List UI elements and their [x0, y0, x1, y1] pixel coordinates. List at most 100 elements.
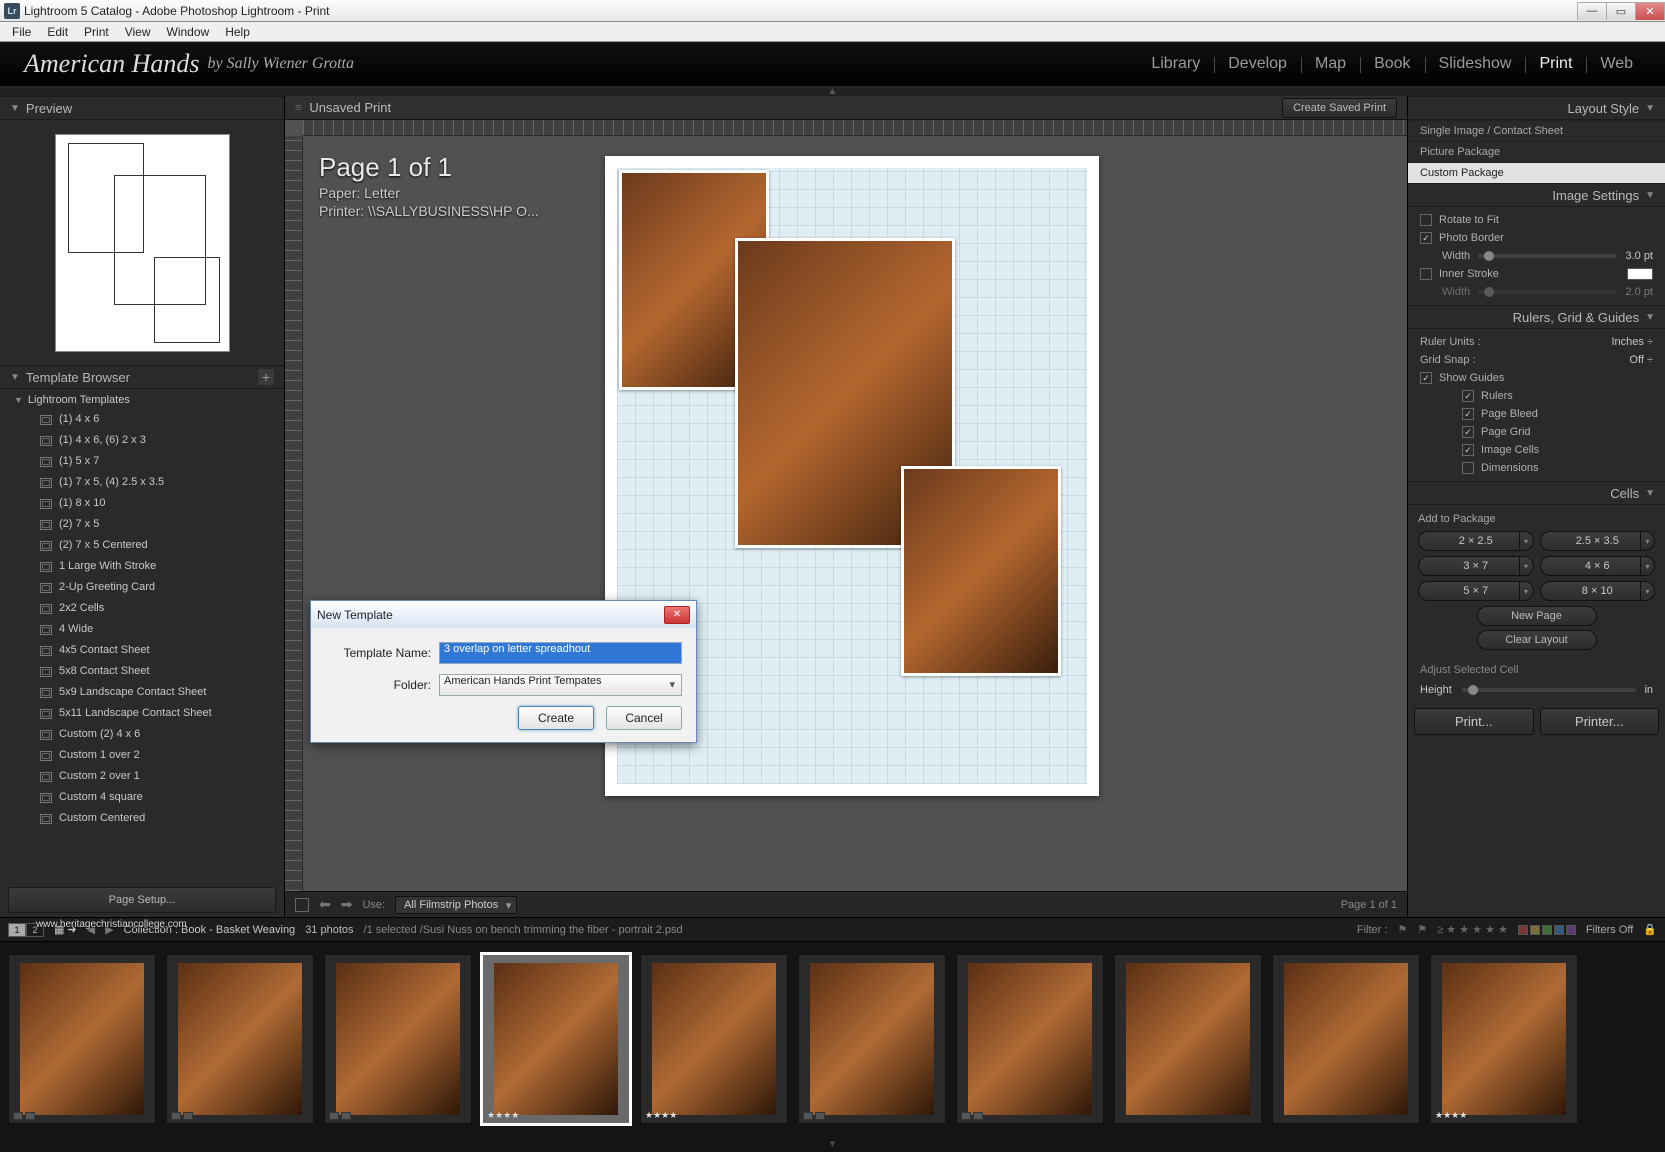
guide-dimensions-checkbox[interactable] [1462, 462, 1474, 474]
color-label-yellow[interactable] [1530, 925, 1540, 935]
menu-edit[interactable]: Edit [39, 22, 76, 42]
template-browser-header[interactable]: ▼ Template Browser + [0, 365, 284, 389]
template-item[interactable]: (1) 5 x 7 [0, 451, 284, 472]
height-slider[interactable] [1462, 688, 1637, 692]
show-guides-checkbox[interactable]: ✓ [1420, 372, 1432, 384]
guide-bleed-checkbox[interactable]: ✓ [1462, 408, 1474, 420]
clear-layout-button[interactable]: Clear Layout [1477, 630, 1597, 650]
page-setup-button[interactable]: Page Setup... [8, 887, 276, 913]
module-book[interactable]: Book [1360, 55, 1424, 73]
menu-help[interactable]: Help [217, 22, 258, 42]
guide-grid-checkbox[interactable]: ✓ [1462, 426, 1474, 438]
template-item[interactable]: (1) 4 x 6, (6) 2 x 3 [0, 430, 284, 451]
template-list[interactable]: ▼Lightroom Templates (1) 4 x 6 (1) 4 x 6… [0, 389, 284, 883]
filmstrip-toggle[interactable]: ▼ [0, 1136, 1665, 1152]
module-print[interactable]: Print [1525, 55, 1586, 73]
cell-size-button[interactable]: 3 × 7▾ [1418, 556, 1534, 576]
filmstrip-thumb[interactable] [8, 954, 156, 1124]
cell-size-button[interactable]: 2 × 2.5▾ [1418, 531, 1534, 551]
template-item[interactable]: (1) 8 x 10 [0, 493, 284, 514]
template-item[interactable]: 4x5 Contact Sheet [0, 640, 284, 661]
template-item[interactable]: Custom 1 over 2 [0, 745, 284, 766]
filmstrip-thumb[interactable] [1272, 954, 1420, 1124]
create-button[interactable]: Create [518, 706, 594, 730]
menu-icon[interactable]: ≡ [295, 102, 301, 114]
template-item[interactable]: Custom 2 over 1 [0, 766, 284, 787]
cell-size-button[interactable]: 8 × 10▾ [1540, 581, 1656, 601]
cell-size-button[interactable]: 2.5 × 3.5▾ [1540, 531, 1656, 551]
menu-file[interactable]: File [4, 22, 39, 42]
template-item[interactable]: Custom (2) 4 x 6 [0, 724, 284, 745]
stroke-color-swatch[interactable] [1627, 268, 1653, 280]
cells-header[interactable]: Cells▼ [1408, 481, 1665, 505]
filmstrip[interactable]: ★★★★ ★★★★ ★★★★ [0, 941, 1665, 1136]
menu-window[interactable]: Window [159, 22, 218, 42]
color-label-blue[interactable] [1554, 925, 1564, 935]
border-width-slider[interactable] [1478, 254, 1617, 258]
template-item[interactable]: (1) 7 x 5, (4) 2.5 x 3.5 [0, 472, 284, 493]
folder-select[interactable]: American Hands Print Tempates [439, 674, 682, 696]
window-maximize-button[interactable]: ▭ [1606, 2, 1636, 20]
layout-style-item[interactable]: Picture Package [1408, 141, 1665, 162]
guide-rulers-checkbox[interactable]: ✓ [1462, 390, 1474, 402]
template-item[interactable]: 2-Up Greeting Card [0, 577, 284, 598]
template-item[interactable]: 2x2 Cells [0, 598, 284, 619]
template-item[interactable]: (1) 4 x 6 [0, 409, 284, 430]
chevron-down-icon[interactable]: ▾ [1640, 532, 1654, 550]
cell-size-button[interactable]: 4 × 6▾ [1540, 556, 1656, 576]
prev-page-button[interactable]: ⬅ [319, 896, 331, 913]
template-item[interactable]: 5x9 Landscape Contact Sheet [0, 682, 284, 703]
add-template-button[interactable]: + [258, 369, 274, 385]
page-1[interactable]: 1 [8, 923, 26, 937]
use-select[interactable]: All Filmstrip Photos [395, 896, 517, 914]
select-toggle[interactable] [295, 898, 309, 912]
layout-style-item[interactable]: Custom Package [1408, 162, 1665, 183]
filmstrip-thumb[interactable] [324, 954, 472, 1124]
filmstrip-thumb[interactable] [1114, 954, 1262, 1124]
window-close-button[interactable]: ✕ [1635, 2, 1665, 20]
template-item[interactable]: (2) 7 x 5 [0, 514, 284, 535]
color-label-red[interactable] [1518, 925, 1528, 935]
cell-size-button[interactable]: 5 × 7▾ [1418, 581, 1534, 601]
template-item[interactable]: 5x8 Contact Sheet [0, 661, 284, 682]
chevron-down-icon[interactable]: ▾ [1519, 582, 1533, 600]
module-map[interactable]: Map [1301, 55, 1360, 73]
color-label-purple[interactable] [1566, 925, 1576, 935]
color-label-filter[interactable] [1518, 925, 1576, 935]
flag-filter-rejected-icon[interactable]: ⚑ [1417, 923, 1427, 936]
filmstrip-thumb[interactable] [798, 954, 946, 1124]
template-group[interactable]: ▼Lightroom Templates [0, 391, 284, 409]
preview-panel-header[interactable]: ▼ Preview [0, 96, 284, 120]
filmstrip-thumb[interactable]: ★★★★ [482, 954, 630, 1124]
layout-photo[interactable] [901, 466, 1061, 676]
template-name-input[interactable]: 3 overlap on letter spreadhout [439, 642, 682, 664]
dialog-titlebar[interactable]: New Template ✕ [311, 601, 696, 628]
layout-style-header[interactable]: Layout Style▼ [1408, 96, 1665, 120]
rulers-header[interactable]: Rulers, Grid & Guides▼ [1408, 305, 1665, 329]
print-button[interactable]: Print... [1414, 708, 1534, 735]
module-web[interactable]: Web [1586, 55, 1647, 73]
image-settings-header[interactable]: Image Settings▼ [1408, 183, 1665, 207]
module-library[interactable]: Library [1137, 55, 1214, 73]
photo-border-checkbox[interactable]: ✓ [1420, 232, 1432, 244]
ruler-units-select[interactable]: Inches ÷ [1611, 336, 1653, 348]
template-item[interactable]: Custom 4 square [0, 787, 284, 808]
flag-filter-picked-icon[interactable]: ⚑ [1397, 923, 1407, 936]
next-page-button[interactable]: ➡ [341, 896, 353, 913]
menu-view[interactable]: View [117, 22, 159, 42]
menu-print[interactable]: Print [76, 22, 117, 42]
chevron-down-icon[interactable]: ▾ [1640, 582, 1654, 600]
filmstrip-thumb[interactable]: ★★★★ [1430, 954, 1578, 1124]
filmstrip-thumb[interactable] [956, 954, 1104, 1124]
module-slideshow[interactable]: Slideshow [1425, 55, 1526, 73]
filters-off-label[interactable]: Filters Off [1586, 924, 1633, 936]
inner-stroke-checkbox[interactable] [1420, 268, 1432, 280]
filmstrip-thumb[interactable] [166, 954, 314, 1124]
guide-cells-checkbox[interactable]: ✓ [1462, 444, 1474, 456]
template-item[interactable]: Custom Centered [0, 808, 284, 829]
printer-button[interactable]: Printer... [1540, 708, 1660, 735]
chevron-down-icon[interactable]: ▾ [1519, 532, 1533, 550]
template-item[interactable]: 4 Wide [0, 619, 284, 640]
top-panel-toggle[interactable]: ▲ [0, 86, 1665, 96]
canvas[interactable]: Page 1 of 1 Paper: Letter Printer: \\SAL… [285, 120, 1407, 891]
